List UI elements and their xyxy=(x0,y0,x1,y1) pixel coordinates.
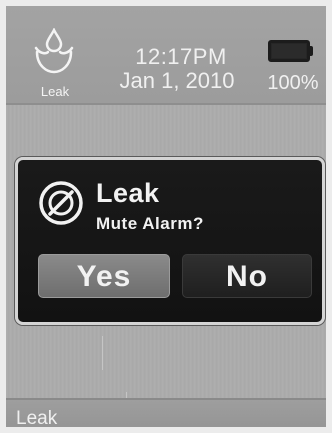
battery-percentage: 100% xyxy=(267,72,319,94)
device-screen: Leak 12:17PM Jan 1, 2010 100% Leak Mute … xyxy=(0,0,332,433)
leak-drop-icon xyxy=(34,28,74,74)
dialog-message: Mute Alarm? xyxy=(96,214,204,233)
screen-scratch xyxy=(102,336,103,370)
no-button[interactable]: No xyxy=(182,254,312,298)
mute-alarm-dialog: Leak Mute Alarm? Yes No xyxy=(15,157,325,325)
app-label: Leak xyxy=(40,84,70,99)
clock-time: 12:17PM xyxy=(135,44,227,69)
battery-icon xyxy=(268,40,310,62)
bottom-bar: Leak xyxy=(6,398,326,429)
dialog-title: Leak xyxy=(96,178,160,208)
mute-alarm-icon xyxy=(39,181,83,225)
bottom-bar-label: Leak xyxy=(16,408,58,429)
status-bar: Leak 12:17PM Jan 1, 2010 100% xyxy=(6,6,326,105)
clock-date: Jan 1, 2010 xyxy=(119,68,235,93)
battery-cap xyxy=(308,46,313,56)
battery-level-fill xyxy=(272,44,306,58)
yes-button[interactable]: Yes xyxy=(38,254,170,298)
